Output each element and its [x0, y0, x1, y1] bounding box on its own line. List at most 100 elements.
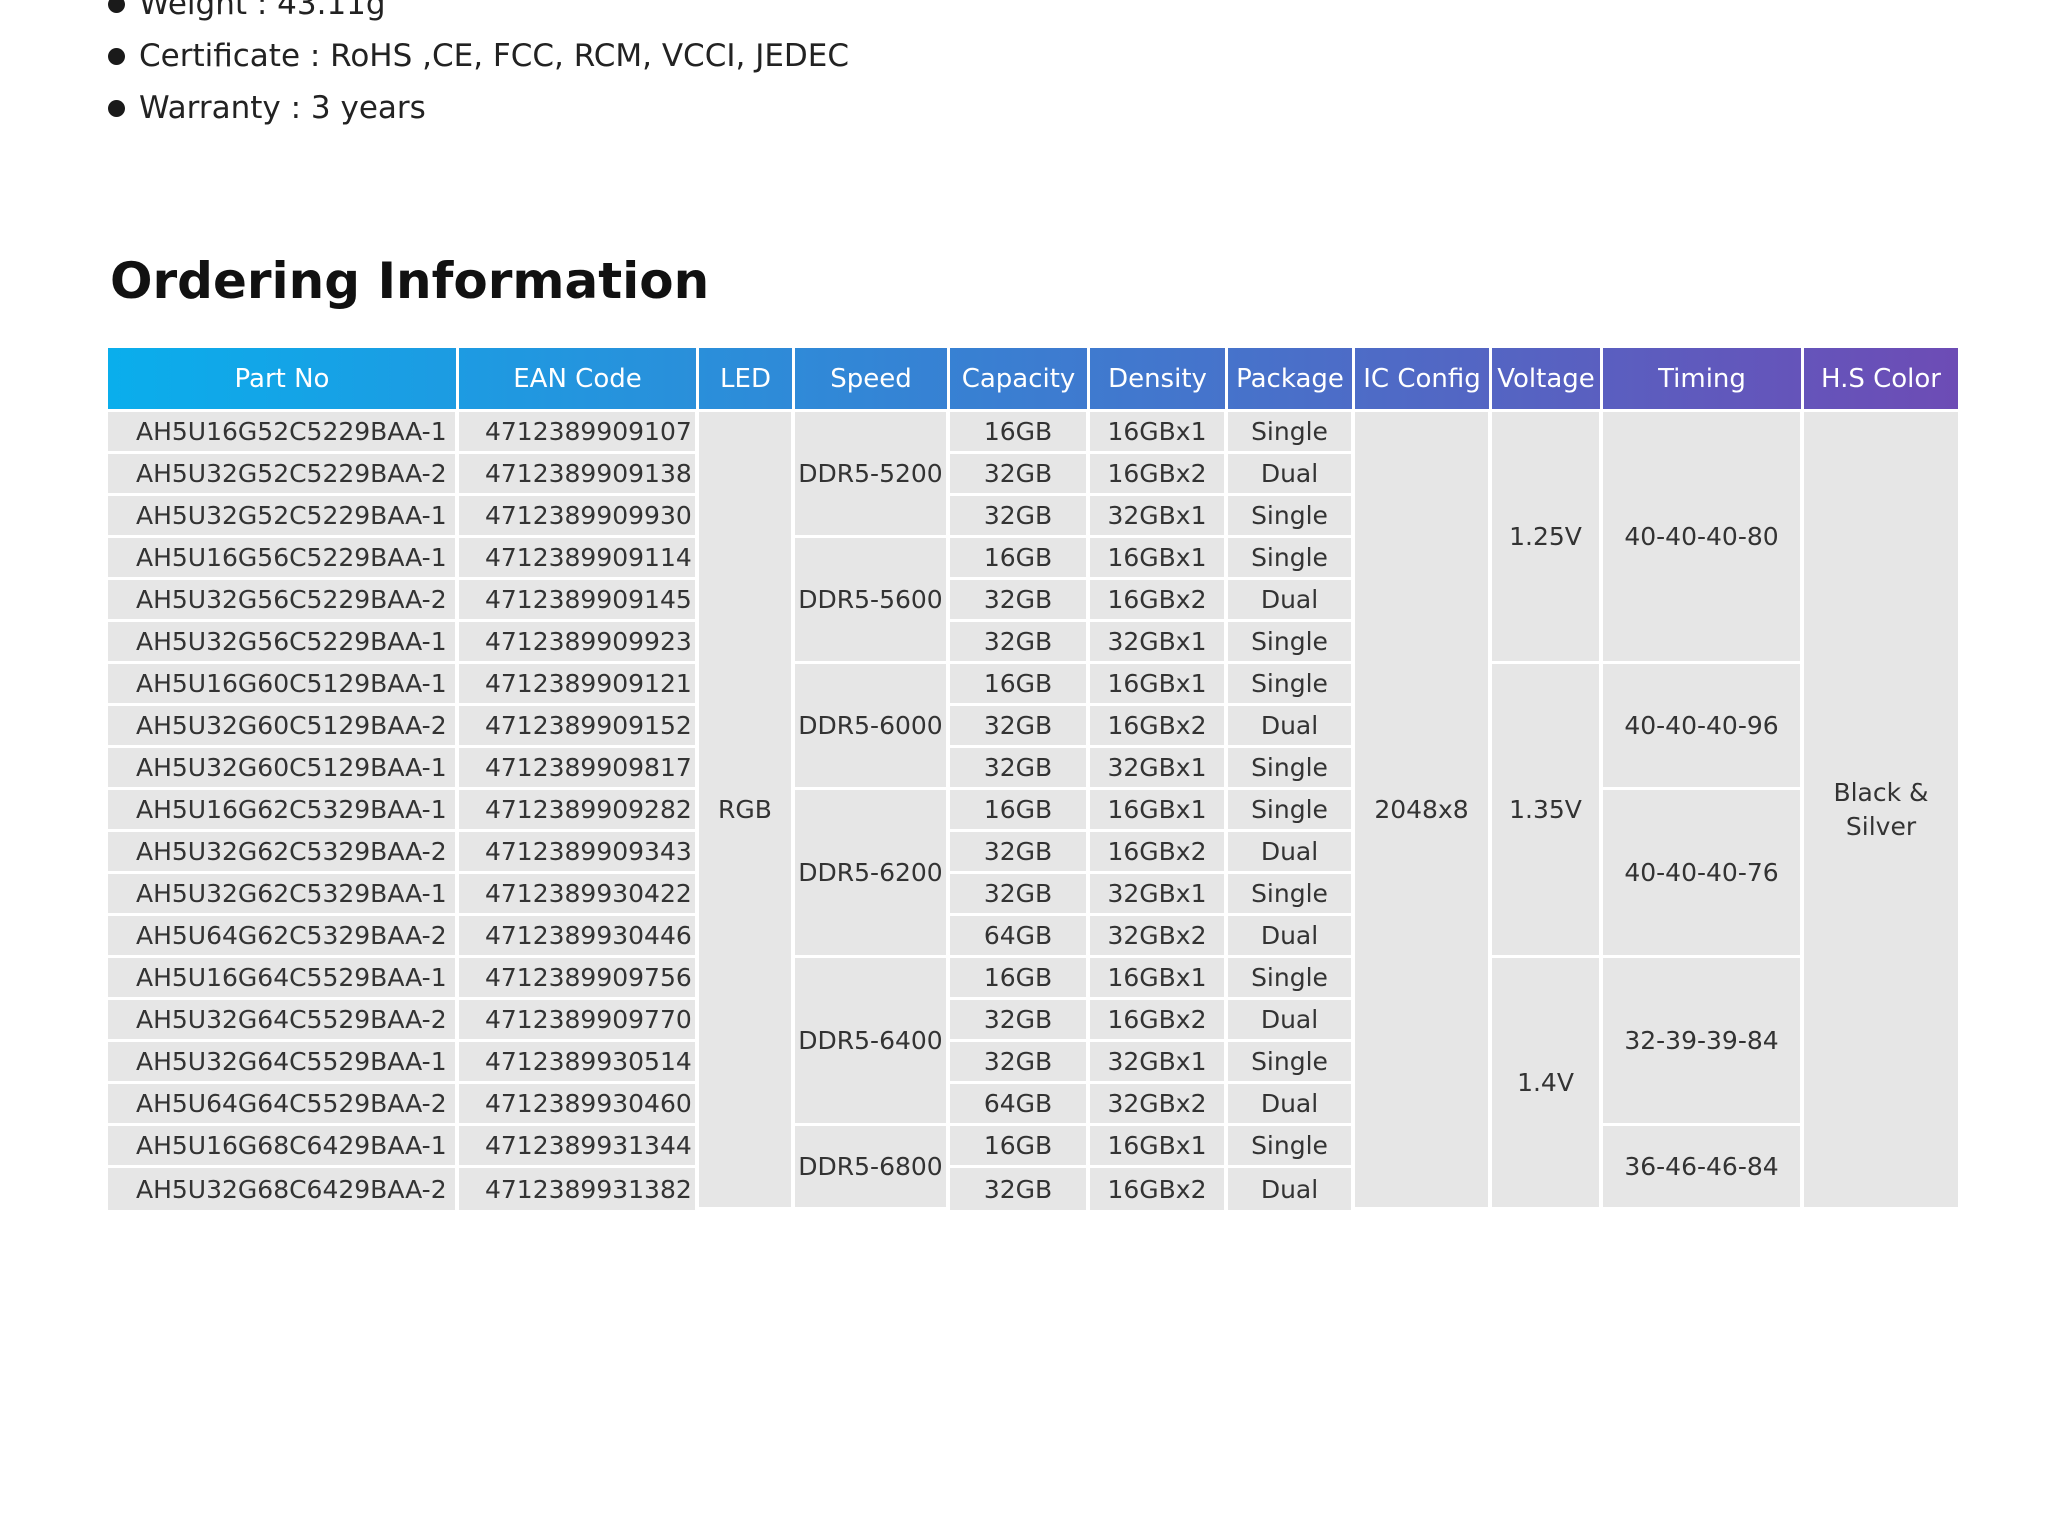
ean-code-cell: 4712389931382: [459, 1168, 699, 1210]
density-cell: 32GBx1: [1090, 496, 1228, 538]
part-no-cell: AH5U16G52C5229BAA-1: [108, 412, 459, 454]
voltage-cell: 1.25V: [1492, 412, 1603, 664]
column-header-part-no: Part No: [108, 348, 459, 412]
part-no-cell: AH5U32G52C5229BAA-2: [108, 454, 459, 496]
density-cell: 32GBx2: [1090, 916, 1228, 958]
capacity-cell: 32GB: [950, 622, 1090, 664]
density-cell: 32GBx1: [1090, 1042, 1228, 1084]
table-row: AH5U16G64C5529BAA-1 4712389909756 DDR5-640…: [108, 958, 1958, 1210]
capacity-cell: 32GB: [950, 706, 1090, 748]
capacity-cell: 16GB: [950, 790, 1090, 832]
section-title: Ordering Information: [110, 252, 710, 310]
bullet-icon: [108, 47, 125, 65]
capacity-cell: 16GB: [950, 412, 1090, 454]
part-no-cell: AH5U32G60C5129BAA-1: [108, 748, 459, 790]
package-cell: Dual: [1228, 454, 1355, 496]
capacity-cell: 32GB: [950, 1000, 1090, 1042]
speed-cell: DDR5-5200: [795, 412, 950, 538]
density-cell: 16GBx2: [1090, 454, 1228, 496]
package-cell: Single: [1228, 538, 1355, 580]
part-no-cell: AH5U32G68C6429BAA-2: [108, 1168, 459, 1210]
capacity-cell: 32GB: [950, 454, 1090, 496]
package-cell: Dual: [1228, 916, 1355, 958]
ean-code-cell: 4712389909138: [459, 454, 699, 496]
part-no-cell: AH5U32G64C5529BAA-2: [108, 1000, 459, 1042]
part-no-cell: AH5U16G60C5129BAA-1: [108, 664, 459, 706]
table-row: AH5U16G62C5329BAA-1 4712389909282 DDR5-620…: [108, 790, 1958, 958]
timing-cell: 40-40-40-96: [1603, 664, 1804, 790]
package-cell: Single: [1228, 496, 1355, 538]
part-no-cell: AH5U16G68C6429BAA-1: [108, 1126, 459, 1168]
hs-color-cell: Black & Silver: [1804, 412, 1958, 1210]
package-cell: Single: [1228, 622, 1355, 664]
column-header-package: Package: [1228, 348, 1355, 412]
capacity-cell: 32GB: [950, 1168, 1090, 1210]
column-header-capacity: Capacity: [950, 348, 1090, 412]
spec-list: Weight : 43.11g Certificate : RoHS ,CE, …: [108, 0, 849, 134]
part-no-cell: AH5U16G56C5229BAA-1: [108, 538, 459, 580]
package-cell: Dual: [1228, 1000, 1355, 1042]
capacity-cell: 32GB: [950, 1042, 1090, 1084]
capacity-cell: 32GB: [950, 748, 1090, 790]
column-header-density: Density: [1090, 348, 1228, 412]
ean-code-cell: 4712389909114: [459, 538, 699, 580]
part-no-cell: AH5U16G62C5329BAA-1: [108, 790, 459, 832]
package-cell: Single: [1228, 1126, 1355, 1168]
timing-cell: 36-46-46-84: [1603, 1126, 1804, 1210]
capacity-cell: 32GB: [950, 874, 1090, 916]
ean-code-cell: 4712389930446: [459, 916, 699, 958]
capacity-cell: 32GB: [950, 580, 1090, 622]
density-cell: 16GBx2: [1090, 832, 1228, 874]
speed-cell: DDR5-6200: [795, 790, 950, 958]
package-cell: Single: [1228, 664, 1355, 706]
density-cell: 16GBx1: [1090, 412, 1228, 454]
spec-item-weight: Weight : 43.11g: [108, 0, 849, 30]
density-cell: 16GBx2: [1090, 580, 1228, 622]
bullet-icon: [108, 0, 125, 13]
part-no-cell: AH5U32G62C5329BAA-2: [108, 832, 459, 874]
part-no-cell: AH5U64G64C5529BAA-2: [108, 1084, 459, 1126]
ean-code-cell: 4712389930460: [459, 1084, 699, 1126]
speed-cell: DDR5-6800: [795, 1126, 950, 1210]
part-no-cell: AH5U64G62C5329BAA-2: [108, 916, 459, 958]
column-header-speed: Speed: [795, 348, 950, 412]
ean-code-cell: 4712389909282: [459, 790, 699, 832]
ean-code-cell: 4712389909107: [459, 412, 699, 454]
voltage-cell: 1.4V: [1492, 958, 1603, 1210]
column-header-hs-color: H.S Color: [1804, 348, 1958, 412]
package-cell: Single: [1228, 748, 1355, 790]
ean-code-cell: 4712389909817: [459, 748, 699, 790]
density-cell: 16GBx2: [1090, 1168, 1228, 1210]
package-cell: Dual: [1228, 580, 1355, 622]
package-cell: Single: [1228, 958, 1355, 1000]
part-no-cell: AH5U32G56C5229BAA-2: [108, 580, 459, 622]
package-cell: Dual: [1228, 1168, 1355, 1210]
ic-config-cell: 2048x8: [1355, 412, 1492, 1210]
column-header-voltage: Voltage: [1492, 348, 1603, 412]
timing-cell: 40-40-40-80: [1603, 412, 1804, 664]
density-cell: 32GBx2: [1090, 1084, 1228, 1126]
table-body: AH5U16G52C5229BAA-1 4712389909107 RGB DDR5-…: [108, 412, 1958, 1210]
part-no-cell: AH5U32G60C5129BAA-2: [108, 706, 459, 748]
spec-text: Weight : 43.11g: [139, 0, 386, 22]
package-cell: Single: [1228, 1042, 1355, 1084]
package-cell: Single: [1228, 874, 1355, 916]
capacity-cell: 16GB: [950, 538, 1090, 580]
density-cell: 16GBx1: [1090, 790, 1228, 832]
package-cell: Dual: [1228, 1084, 1355, 1126]
speed-cell: DDR5-5600: [795, 538, 950, 664]
table-row: AH5U16G60C5129BAA-1 4712389909121 DDR5-600…: [108, 664, 1958, 958]
part-no-cell: AH5U32G64C5529BAA-1: [108, 1042, 459, 1084]
ean-code-cell: 4712389909770: [459, 1000, 699, 1042]
spec-item-certificate: Certificate : RoHS ,CE, FCC, RCM, VCCI, …: [108, 30, 849, 82]
ean-code-cell: 4712389909145: [459, 580, 699, 622]
ean-code-cell: 4712389909121: [459, 664, 699, 706]
density-cell: 32GBx1: [1090, 748, 1228, 790]
capacity-cell: 64GB: [950, 916, 1090, 958]
package-cell: Single: [1228, 790, 1355, 832]
voltage-cell: 1.35V: [1492, 664, 1603, 958]
table-row: AH5U16G68C6429BAA-1 4712389931344 DDR5-680…: [108, 1126, 1958, 1210]
bullet-icon: [108, 99, 125, 117]
package-cell: Dual: [1228, 706, 1355, 748]
density-cell: 16GBx1: [1090, 1126, 1228, 1168]
